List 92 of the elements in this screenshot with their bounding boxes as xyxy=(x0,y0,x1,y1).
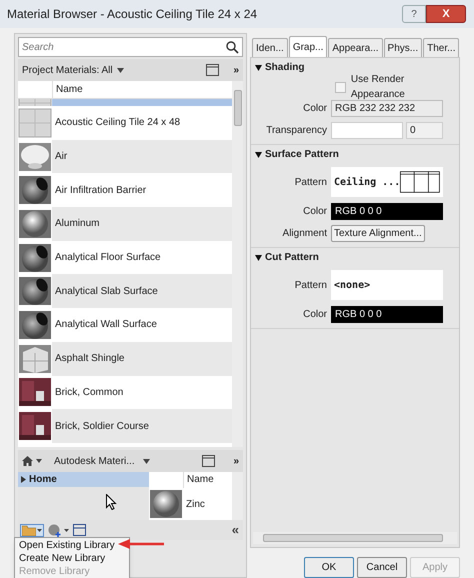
annotation-arrow xyxy=(118,538,166,550)
collapse-arrow-icon xyxy=(255,152,262,158)
column-header[interactable]: Name xyxy=(183,472,214,488)
vertical-scrollbar[interactable] xyxy=(232,81,243,447)
section-header[interactable]: Cut Pattern xyxy=(251,248,319,267)
dialog-button[interactable]: Cancel xyxy=(357,557,407,578)
expand-arrow-icon xyxy=(21,476,26,483)
texture-alignment-button[interactable]: Texture Alignment... xyxy=(331,224,425,242)
field-label: Color xyxy=(302,204,328,218)
pattern-name: <none> xyxy=(334,278,370,292)
material-name: Analytical Slab Surface xyxy=(54,284,158,299)
create-material-button[interactable] xyxy=(48,524,69,536)
horizontal-scrollbar[interactable] xyxy=(253,532,457,544)
transparency-slider[interactable] xyxy=(331,122,403,138)
mouse-cursor-icon xyxy=(106,494,117,510)
sphere-plus-icon xyxy=(48,524,62,536)
field-label: Color xyxy=(302,102,328,116)
material-thumbnail-icon xyxy=(18,344,52,374)
material-name: Analytical Floor Surface xyxy=(54,251,161,266)
collapse-button[interactable]: « xyxy=(232,520,241,540)
tab[interactable]: Ther... xyxy=(423,38,460,57)
vertical-scrollbar[interactable] xyxy=(232,472,243,520)
material-name: Air xyxy=(54,150,68,164)
material-thumbnail-icon xyxy=(18,208,52,239)
view-options-icon[interactable] xyxy=(202,455,216,467)
library-dropdown[interactable]: Autodesk Materi... xyxy=(54,454,150,468)
caret-icon xyxy=(36,459,42,463)
field-label: Transparency xyxy=(265,124,328,138)
material-thumbnail-icon xyxy=(18,242,52,273)
pattern-field[interactable]: <none> xyxy=(331,270,443,300)
color-field[interactable]: RGB 0 0 0 xyxy=(331,202,443,220)
home-icon xyxy=(22,456,33,466)
collapse-arrow-icon xyxy=(255,254,262,260)
material-name: Asphalt Shingle xyxy=(54,352,124,366)
field-label: Pattern xyxy=(294,176,328,190)
transparency-value[interactable]: 0 xyxy=(406,122,443,138)
pattern-field[interactable]: Ceiling ... xyxy=(331,167,443,197)
material-name: Acoustic Ceiling Tile 24 x 48 xyxy=(54,116,180,130)
caret-icon xyxy=(37,528,42,532)
caret-icon xyxy=(142,458,150,464)
more-button[interactable]: » xyxy=(233,62,239,78)
checkbox-label: Use Render Appearance xyxy=(350,73,406,102)
menu-item[interactable]: Create New Library xyxy=(19,552,106,565)
breadcrumb-dropdown[interactable]: Project Materials: All xyxy=(22,62,124,78)
material-row[interactable]: Asphalt Shingle xyxy=(18,342,232,376)
tree-item[interactable]: Home xyxy=(18,472,149,487)
menu-item[interactable]: Open Existing Library xyxy=(19,539,115,552)
material-thumbnail-icon xyxy=(18,310,52,340)
field-label: Color xyxy=(302,308,328,322)
pattern-name: Ceiling ... xyxy=(334,176,400,190)
close-button[interactable]: X xyxy=(426,5,466,23)
field-label: Pattern xyxy=(294,278,328,292)
dialog-button[interactable]: OK xyxy=(304,557,354,578)
section-header[interactable]: Shading xyxy=(251,58,304,77)
tab[interactable]: Phys... xyxy=(384,38,422,57)
material-row[interactable]: Brick, Soldier Course xyxy=(18,409,232,443)
section-header[interactable]: Surface Pattern xyxy=(251,145,339,164)
material-name: Brick, Soldier Course xyxy=(54,420,149,434)
help-button[interactable]: ? xyxy=(402,5,426,23)
library-menu-button[interactable] xyxy=(20,524,44,536)
material-row[interactable]: Zinc xyxy=(149,488,232,520)
material-thumbnail-icon xyxy=(149,489,183,519)
material-row[interactable]: Analytical Slab Surface xyxy=(18,274,232,308)
field-label: Alignment xyxy=(282,226,328,240)
home-dropdown[interactable] xyxy=(22,456,42,466)
caret-icon xyxy=(116,68,124,72)
more-button[interactable]: » xyxy=(233,454,239,468)
material-name: Analytical Wall Surface xyxy=(54,318,157,332)
material-row[interactable]: Aluminum xyxy=(18,207,232,241)
search-field[interactable]: Search xyxy=(18,37,243,57)
view-options-icon[interactable] xyxy=(206,64,220,76)
color-field[interactable]: RGB 232 232 232 xyxy=(331,100,443,116)
tab[interactable]: Grap... xyxy=(288,36,328,57)
search-icon xyxy=(226,41,239,54)
material-thumbnail-icon xyxy=(18,175,52,206)
panel-toggle-icon[interactable] xyxy=(73,524,86,536)
material-name: Zinc xyxy=(185,498,205,512)
color-field[interactable]: RGB 0 0 0 xyxy=(331,306,443,322)
tab[interactable]: Iden... xyxy=(252,38,288,57)
material-thumbnail-icon xyxy=(18,411,52,442)
material-thumbnail-icon xyxy=(18,142,52,172)
material-name: Brick, Common xyxy=(54,386,124,400)
collapse-arrow-icon xyxy=(255,64,262,70)
material-name: Air Infiltration Barrier xyxy=(54,184,146,198)
material-row[interactable]: Air xyxy=(18,140,232,174)
material-thumbnail-icon xyxy=(18,377,52,408)
checkbox[interactable] xyxy=(335,82,346,92)
window-title: Material Browser - Acoustic Ceiling Tile 24 x 24 xyxy=(7,6,258,23)
tab[interactable]: Appeara... xyxy=(328,38,383,57)
material-thumbnail-icon xyxy=(18,276,52,306)
material-name: Aluminum xyxy=(54,217,100,232)
caret-icon xyxy=(64,528,69,532)
